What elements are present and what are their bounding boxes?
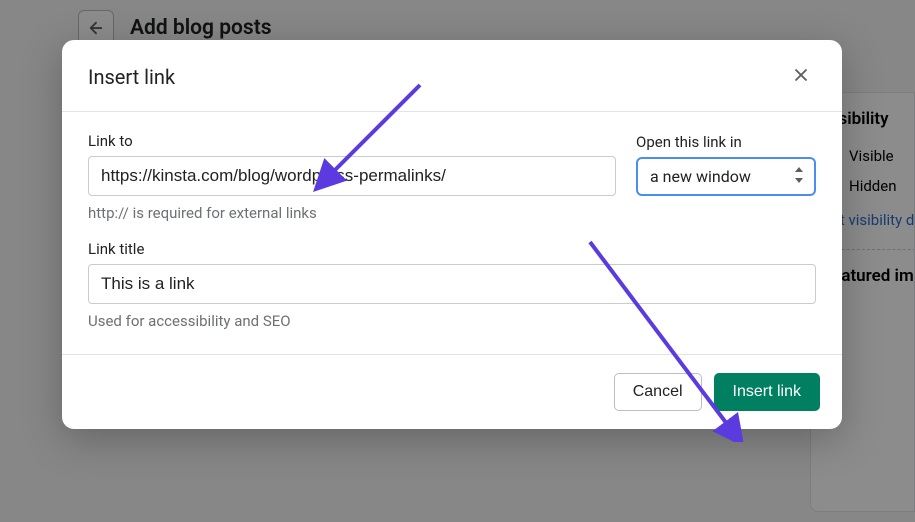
- modal-header: Insert link: [62, 40, 842, 111]
- link-to-helper: http:// is required for external links: [88, 204, 816, 222]
- close-icon: [790, 64, 812, 86]
- open-in-select[interactable]: a new window: [636, 157, 816, 196]
- annotation-arrow-icon: [578, 232, 758, 442]
- annotation-arrow-icon: [310, 75, 430, 195]
- modal-title: Insert link: [88, 65, 175, 89]
- open-in-field: Open this link in a new window: [636, 133, 816, 196]
- open-in-value: a new window: [650, 167, 751, 186]
- close-button[interactable]: [786, 60, 816, 93]
- select-caret-icon: [794, 167, 804, 187]
- open-in-label: Open this link in: [636, 133, 816, 151]
